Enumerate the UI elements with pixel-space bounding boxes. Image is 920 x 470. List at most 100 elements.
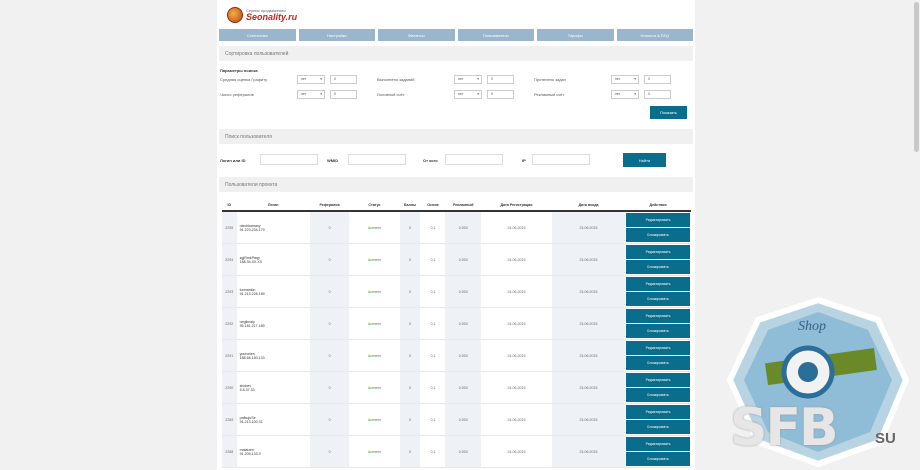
nav-item-finance[interactable]: Финансы	[378, 29, 455, 41]
user-login-cell[interactable]: negiknaiy 95.181.217.189	[236, 307, 310, 340]
watermark-suffix-text: SU	[875, 430, 896, 447]
column-header[interactable]: ID	[222, 199, 237, 212]
user-actions: Редактировать Блокировать	[625, 339, 691, 372]
edit-user-button[interactable]: Редактировать	[626, 277, 690, 291]
block-user-button[interactable]: Блокировать	[626, 260, 690, 274]
filter-value-input[interactable]: 0	[330, 90, 357, 99]
user-login-cell[interactable]: zgjRmkPaqy 188.34.XX.XX	[236, 243, 310, 276]
edit-user-button[interactable]: Редактировать	[626, 437, 690, 451]
filter-operator-select[interactable]: нет ▾	[454, 90, 482, 99]
user-actions: Редактировать Блокировать	[625, 243, 691, 276]
user-id: 2293	[222, 275, 237, 308]
filter-value-input[interactable]: 0	[487, 90, 514, 99]
search-wmid-input[interactable]	[348, 154, 406, 165]
user-ad-balance: 0.000	[445, 435, 481, 468]
edit-user-button[interactable]: Редактировать	[626, 373, 690, 387]
filter-operator-select[interactable]: нет ▾	[611, 90, 639, 99]
caret-down-icon: ▾	[634, 92, 636, 96]
user-main-balance: 0.1	[420, 307, 446, 340]
user-ad-balance: 0.000	[445, 243, 481, 276]
user-points: 0	[399, 211, 421, 244]
user-points: 0	[399, 403, 421, 436]
nav-item-users[interactable]: Пользователи	[457, 29, 534, 41]
column-header[interactable]: Баллы	[399, 199, 421, 212]
filter-operator-select[interactable]: нет ▾	[454, 75, 482, 84]
edit-user-button[interactable]: Редактировать	[626, 213, 690, 227]
block-user-button[interactable]: Блокировать	[626, 228, 690, 242]
block-user-button[interactable]: Блокировать	[626, 420, 690, 434]
search-ref-input[interactable]	[445, 154, 503, 165]
user-reg-date: 24.06.2015	[480, 275, 552, 308]
user-last-login: 24.06.2015	[552, 371, 626, 404]
apply-filters-button[interactable]: Показать	[650, 106, 687, 119]
search-button[interactable]: Найти	[623, 153, 666, 167]
site-logo-text[interactable]: Seonality.ru	[246, 12, 297, 22]
user-reg-date: 24.06.2015	[480, 435, 552, 468]
user-id: 2291	[222, 339, 237, 372]
block-user-button[interactable]: Блокировать	[626, 292, 690, 306]
user-reg-date: 24.06.2015	[480, 403, 552, 436]
column-header[interactable]: Рефералов	[309, 199, 350, 212]
edit-user-button[interactable]: Редактировать	[626, 341, 690, 355]
user-id: 2290	[222, 371, 237, 404]
user-login-cell[interactable]: olechkamaxy 91.223.234.179	[236, 211, 310, 244]
column-header[interactable]: Статус	[349, 199, 400, 212]
filter-value-input[interactable]: 0	[487, 75, 514, 84]
edit-user-button[interactable]: Редактировать	[626, 309, 690, 323]
filter-value-input[interactable]: 0	[330, 75, 357, 84]
window-scrollbar[interactable]	[914, 2, 919, 152]
user-last-login: 24.06.2015	[552, 339, 626, 372]
block-user-button[interactable]: Блокировать	[626, 356, 690, 370]
user-status: Активен	[349, 371, 400, 404]
user-actions: Редактировать Блокировать	[625, 371, 691, 404]
user-last-login: 24.06.2015	[552, 435, 626, 468]
filter-label: Протенено задач	[534, 77, 566, 82]
column-header[interactable]: Основ	[420, 199, 446, 212]
user-points: 0	[399, 243, 421, 276]
main-nav: Статистика Настройки Финансы Пользовател…	[217, 29, 695, 41]
edit-user-button[interactable]: Редактировать	[626, 405, 690, 419]
user-main-balance: 0.1	[420, 211, 446, 244]
user-login-cell[interactable]: shobev 5.8.37.33	[236, 371, 310, 404]
user-status: Активен	[349, 339, 400, 372]
column-header: Действия	[625, 199, 691, 212]
search-ip-input[interactable]	[532, 154, 590, 165]
search-login-input[interactable]	[260, 154, 318, 165]
filter-value-input[interactable]: 0	[644, 75, 671, 84]
column-header[interactable]: Дата входа	[552, 199, 626, 212]
filter-label: Основной счёт	[377, 92, 405, 97]
table-row: 2294 zgjRmkPaqy 188.34.XX.XX 0 Активен 0 …	[222, 243, 691, 276]
filter-operator-select[interactable]: нет ▾	[611, 75, 639, 84]
filters-params-label: Параметры поиска	[220, 68, 258, 73]
user-login-cell[interactable]: pafkujuSe 91.213.100.31	[236, 403, 310, 436]
user-status: Активен	[349, 435, 400, 468]
filter-operator-select[interactable]: нет ▾	[297, 75, 325, 84]
user-login-cell[interactable]: turmankin 91.213.228.189	[236, 275, 310, 308]
block-user-button[interactable]: Блокировать	[626, 452, 690, 466]
user-ip: 188.68.150.133	[239, 355, 265, 360]
edit-user-button[interactable]: Редактировать	[626, 245, 690, 259]
table-row: 2290 shobev 5.8.37.33 0 Активен 0 0.1 0.0…	[222, 371, 691, 404]
block-user-button[interactable]: Блокировать	[626, 324, 690, 338]
user-login-cell[interactable]: youivelen 188.68.150.133	[236, 339, 310, 372]
column-header[interactable]: Логин	[236, 199, 310, 212]
table-row: 2292 negiknaiy 95.181.217.189 0 Активен 0…	[222, 307, 691, 340]
filters-section-title: Сортировка пользователей	[219, 46, 693, 61]
user-status: Активен	[349, 403, 400, 436]
column-header[interactable]: Дата Регистрации	[480, 199, 552, 212]
nav-item-settings[interactable]: Настройки	[298, 29, 375, 41]
filter-value-input[interactable]: 0	[644, 90, 671, 99]
column-header[interactable]: Рекламный	[445, 199, 481, 212]
nav-item-tariffs[interactable]: Тарифы	[537, 29, 614, 41]
block-user-button[interactable]: Блокировать	[626, 388, 690, 402]
filter-label: Выполнено заданий	[377, 77, 415, 82]
user-login-cell[interactable]: malaizen 91.205.133.9	[236, 435, 310, 468]
user-id: 2294	[222, 243, 237, 276]
user-actions: Редактировать Блокировать	[625, 403, 691, 436]
filter-label: Рекламный счёт	[534, 92, 565, 97]
table-header-row: ID Логин Рефералов Статус Баллы Основ Ре…	[222, 199, 691, 212]
nav-item-statistics[interactable]: Статистика	[219, 29, 296, 41]
filter-operator-select[interactable]: нет ▾	[297, 90, 325, 99]
nav-item-news-faq[interactable]: Новости & FAQ	[616, 29, 693, 41]
user-main-balance: 0.1	[420, 243, 446, 276]
